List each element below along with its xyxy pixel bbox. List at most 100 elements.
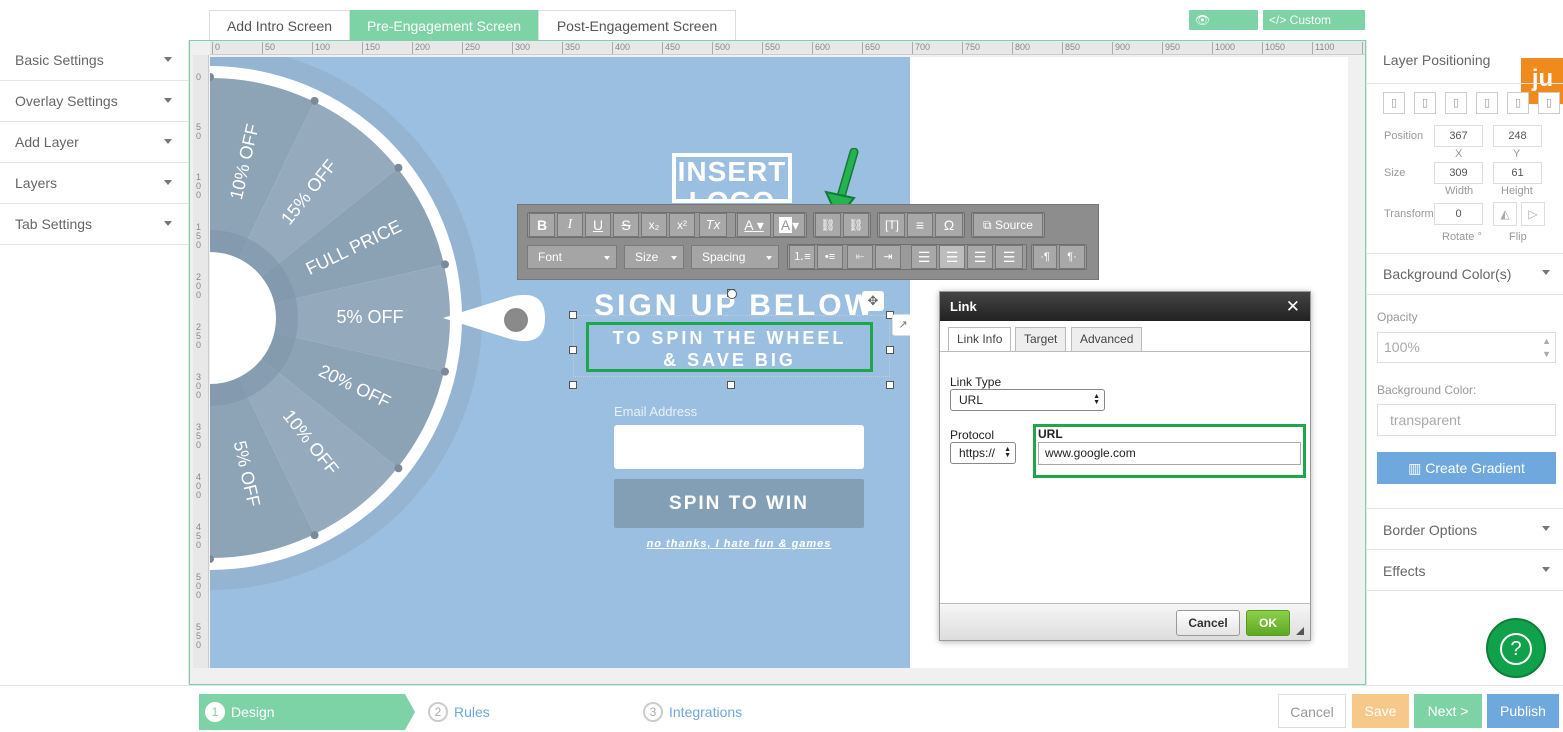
align-right-icon[interactable]: ▯	[1538, 92, 1560, 114]
underline-button[interactable]: U	[585, 213, 611, 237]
create-gradient-button[interactable]: ▥ Create Gradient	[1377, 452, 1556, 484]
rtl-icon[interactable]: ¶·	[1059, 245, 1085, 269]
resize-handle[interactable]	[569, 346, 577, 354]
opacity-input[interactable]: 100% ▲ ▼	[1377, 332, 1556, 363]
step-integrations[interactable]: 3 Integrations	[643, 694, 742, 730]
logo-placeholder[interactable]: INSERT LOGO	[672, 153, 792, 203]
align-left-icon[interactable]: ▯	[1476, 92, 1498, 114]
superscript-button[interactable]: x²	[669, 213, 695, 237]
url-label: URL	[1038, 427, 1063, 441]
special-character-icon[interactable]: Ω	[935, 213, 963, 237]
protocol-select[interactable]: https://▲ ▼	[950, 442, 1016, 464]
save-button[interactable]: Save	[1352, 694, 1409, 728]
tab-pre-engagement-screen[interactable]: Pre-Engagement Screen	[350, 10, 538, 40]
transform-label: Transform	[1384, 208, 1434, 220]
position-x-input[interactable]: 367	[1434, 125, 1483, 147]
bulleted-list-icon[interactable]: •≡	[817, 245, 843, 269]
move-icon[interactable]: ✥	[862, 291, 884, 311]
link-icon[interactable]: ⛓	[815, 213, 841, 237]
rotate-input[interactable]: 0	[1434, 203, 1483, 225]
url-input[interactable]: www.google.com	[1038, 442, 1301, 465]
width-label: Width	[1445, 185, 1474, 197]
italic-button[interactable]: I	[557, 213, 583, 237]
popup-background[interactable]: 10% OFF 15% OFF FULL PRICE 5% OFF 20% OFF 10%…	[210, 57, 910, 668]
dialog-header: Link ✕	[940, 292, 1310, 321]
preview-button[interactable]: 👁 Preview	[1189, 10, 1258, 47]
resize-handle-icon[interactable]	[1296, 627, 1304, 635]
cancel-button[interactable]: Cancel	[1278, 694, 1346, 728]
gradient-icon: ▥	[1408, 460, 1426, 476]
flip-vertical-icon[interactable]: ▷	[1521, 202, 1545, 226]
justify-icon[interactable]: ☰	[995, 245, 1023, 269]
resize-handle[interactable]	[569, 381, 577, 389]
sidebar-item-overlay-settings[interactable]: Overlay Settings	[0, 81, 188, 122]
close-icon[interactable]: ✕	[1286, 292, 1300, 321]
unlink-icon[interactable]: ⛓	[843, 213, 869, 237]
spin-to-win-button[interactable]: SPIN TO WIN	[614, 479, 864, 528]
help-button[interactable]: ?	[1486, 618, 1546, 678]
subscript-button[interactable]: x₂	[641, 213, 667, 237]
flip-horizontal-icon[interactable]: ◭	[1493, 202, 1517, 226]
cancel-button[interactable]: Cancel	[1176, 610, 1240, 636]
custom-code-button[interactable]: </> Custom Code	[1263, 10, 1365, 47]
background-colors-heading[interactable]: Background Color(s)	[1367, 266, 1511, 282]
resize-handle[interactable]	[727, 381, 735, 389]
link-type-select[interactable]: URL ▲ ▼	[950, 389, 1105, 411]
sidebar-item-layers[interactable]: Layers	[0, 163, 188, 204]
effects-heading[interactable]: Effects	[1367, 563, 1426, 579]
sidebar-item-basic-settings[interactable]: Basic Settings	[0, 40, 188, 81]
help-icon: ?	[1500, 632, 1532, 665]
height-input[interactable]: 61	[1493, 162, 1542, 184]
email-label: Email Address	[614, 404, 698, 419]
email-input[interactable]	[614, 425, 864, 469]
next-button[interactable]: Next >	[1414, 694, 1482, 728]
tab-post-engagement-screen[interactable]: Post-Engagement Screen	[538, 10, 736, 40]
align-left-icon[interactable]: ☰	[911, 245, 937, 269]
align-middle-icon[interactable]: ▯	[1414, 92, 1436, 114]
no-thanks-link[interactable]: no thanks, I hate fun & games	[614, 538, 864, 550]
tab-advanced[interactable]: Advanced	[1071, 327, 1143, 352]
share-icon[interactable]: ↗	[892, 314, 910, 336]
align-bottom-icon[interactable]: ▯	[1445, 92, 1467, 114]
ruler-tick: 1150	[1362, 42, 1365, 54]
width-input[interactable]: 309	[1434, 162, 1483, 184]
tab-add-intro-screen[interactable]: Add Intro Screen	[209, 10, 350, 40]
tab-target[interactable]: Target	[1015, 327, 1067, 352]
spacing-select[interactable]: Spacing	[691, 245, 779, 269]
ruler-tick: 150	[196, 222, 202, 250]
ruler-tick: 50	[196, 122, 202, 141]
background-color-input[interactable]: transparent	[1377, 404, 1556, 436]
publish-button[interactable]: Publish	[1487, 694, 1559, 728]
resize-handle[interactable]	[886, 381, 894, 389]
subheadline-text[interactable]: TO SPIN THE WHEEL & SAVE BIG	[586, 322, 873, 372]
align-center-icon[interactable]: ☰	[939, 245, 965, 269]
insert-textbox-icon[interactable]: [T]	[879, 213, 905, 237]
align-top-icon[interactable]: ▯	[1383, 92, 1405, 114]
decrease-indent-icon[interactable]: ⇤	[847, 245, 873, 269]
sidebar-item-tab-settings[interactable]: Tab Settings	[0, 204, 188, 245]
remove-format-button[interactable]: Tx	[699, 213, 727, 237]
numbered-list-icon[interactable]: ⒈≡	[789, 245, 815, 269]
step-rules[interactable]: 2 Rules	[428, 694, 490, 730]
bold-button[interactable]: B	[529, 213, 555, 237]
resize-handle[interactable]	[569, 311, 577, 319]
font-select[interactable]: Font	[527, 245, 617, 269]
align-center-icon[interactable]: ▯	[1507, 92, 1529, 114]
step-design[interactable]: 1 Design	[205, 694, 275, 730]
position-y-input[interactable]: 248	[1493, 125, 1542, 147]
sidebar-item-add-layer[interactable]: Add Layer	[0, 122, 188, 163]
background-color-button[interactable]: A ▾	[773, 213, 805, 237]
horizontal-line-icon[interactable]: ≡	[907, 213, 933, 237]
increase-indent-icon[interactable]: ⇥	[875, 245, 901, 269]
size-select[interactable]: Size	[624, 245, 684, 269]
ok-button[interactable]: OK	[1246, 610, 1290, 636]
align-right-icon[interactable]: ☰	[967, 245, 993, 269]
rotate-handle[interactable]	[727, 289, 737, 299]
resize-handle[interactable]	[886, 346, 894, 354]
source-button[interactable]: ⧉ Source	[973, 213, 1043, 237]
tab-link-info[interactable]: Link Info	[948, 327, 1012, 352]
strikethrough-button[interactable]: S	[613, 213, 639, 237]
ltr-icon[interactable]: ·¶	[1033, 245, 1057, 269]
border-options-heading[interactable]: Border Options	[1367, 522, 1477, 538]
text-color-button[interactable]: A ▾	[737, 213, 771, 237]
